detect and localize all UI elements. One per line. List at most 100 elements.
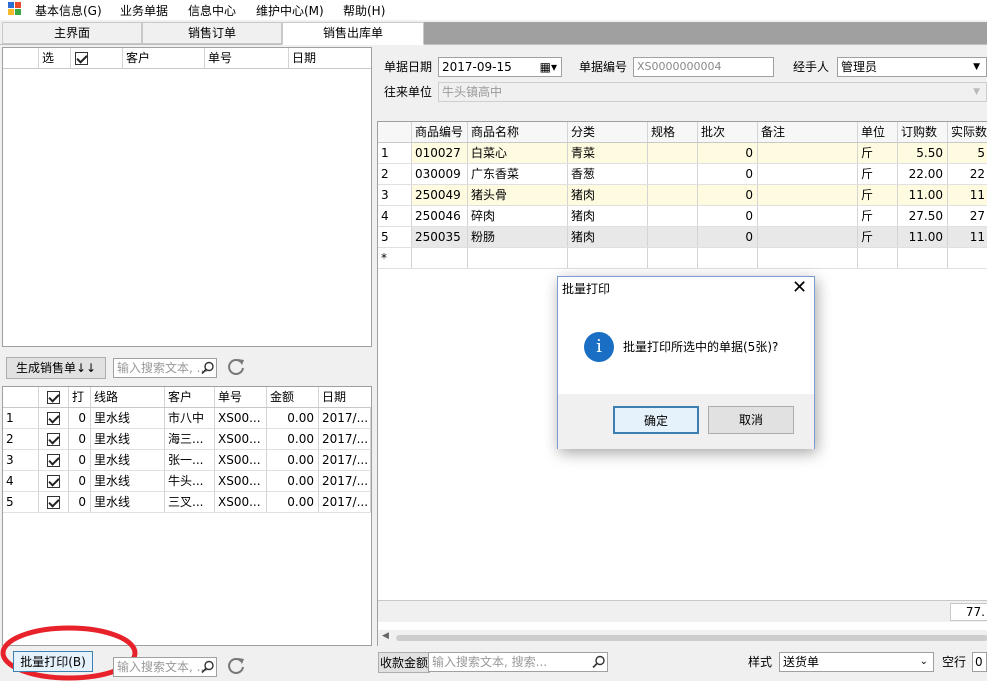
cell-batch: 0 [698, 185, 758, 205]
check-all-checkbox[interactable] [47, 391, 60, 404]
menu-basic-info[interactable]: 基本信息(G) [35, 2, 102, 19]
cell-amount: 0.00 [267, 408, 319, 428]
app-icon [8, 2, 21, 15]
menu-bar: 基本信息(G) 业务单据 信息中心 维护中心(M) 帮助(H) [0, 0, 987, 20]
ok-button[interactable]: 确定 [613, 406, 699, 434]
info-icon: i [584, 332, 614, 362]
table-row[interactable]: 3 250049 猪头骨 猪肉 0 斤 11.00 11 [378, 185, 987, 206]
cell-route: 里水线 [91, 450, 165, 470]
cell-no: 2 [378, 164, 412, 184]
generate-sales-order-button[interactable]: 生成销售单↓↓ [6, 357, 106, 379]
row-checkbox[interactable] [47, 475, 60, 488]
cell-note [758, 185, 858, 205]
cell-code: 010027 [412, 143, 468, 163]
row-checkbox[interactable] [47, 454, 60, 467]
cell-no: 1 [3, 408, 39, 428]
scrollbar-thumb[interactable] [396, 635, 987, 641]
horizontal-scrollbar[interactable]: ◀ [378, 630, 987, 646]
chevron-down-icon: ▼ [973, 87, 980, 97]
handler-select[interactable]: 管理员 ▼ [837, 57, 987, 77]
row-checkbox-cell[interactable] [39, 471, 69, 491]
receipt-amount-button[interactable]: 收款金额 [378, 652, 430, 673]
cell-name: 白菜心 [468, 143, 568, 163]
table-row[interactable]: 5 0 里水线 三叉... XS00... 0.00 2017/... [3, 492, 371, 513]
menu-help[interactable]: 帮助(H) [343, 2, 385, 19]
style-select[interactable]: 送货单 ⌄ [779, 652, 934, 672]
row-checkbox-cell[interactable] [39, 450, 69, 470]
table-row[interactable]: 5 250035 粉肠 猪肉 0 斤 11.00 11 [378, 227, 987, 248]
cell-route: 里水线 [91, 492, 165, 512]
cell-code: 030009 [412, 164, 468, 184]
refresh-icon[interactable] [226, 656, 246, 676]
batch-print-button[interactable]: 批量打印(B) [13, 651, 93, 672]
cell-note [758, 206, 858, 226]
empty-cell [468, 248, 568, 268]
calendar-dropdown-icon[interactable]: ▦▾ [540, 58, 557, 76]
blank-lines-input[interactable]: 0 [972, 652, 987, 672]
batch-print-dialog: 批量打印 ✕ i 批量打印所选中的单据(5张)? 确定 取消 [557, 276, 815, 449]
table-row[interactable]: 2 0 里水线 海三... XS00... 0.00 2017/... [3, 429, 371, 450]
header-customer: 客户 [123, 48, 205, 68]
partner-select[interactable]: 牛头镇高中 ▼ [438, 82, 987, 102]
totals-row: 77. [378, 600, 987, 622]
header-print: 打 [69, 387, 91, 407]
search-icon[interactable] [201, 660, 215, 674]
menu-info-center[interactable]: 信息中心 [188, 2, 236, 19]
cell-name: 碎肉 [468, 206, 568, 226]
row-checkbox-cell[interactable] [39, 429, 69, 449]
chevron-down-icon[interactable]: ⌄ [920, 653, 928, 671]
close-icon[interactable]: ✕ [792, 277, 807, 299]
header-order-no: 单号 [205, 48, 289, 68]
table-row[interactable]: 2 030009 广东香菜 香葱 0 斤 22.00 22 [378, 164, 987, 185]
header-actual-qty: 实际数 [951, 125, 987, 139]
table-row[interactable]: 4 0 里水线 牛头... XS00... 0.00 2017/... [3, 471, 371, 492]
cell-batch: 0 [698, 227, 758, 247]
cell-print: 0 [69, 471, 91, 491]
cell-actual: 5 [948, 143, 987, 163]
tab-main[interactable]: 主界面 [2, 22, 142, 44]
tab-sales-order[interactable]: 销售订单 [142, 22, 282, 44]
header-unit: 单位 [858, 122, 898, 142]
refresh-icon[interactable] [226, 357, 246, 377]
header-date: 日期 [322, 390, 347, 404]
chevron-down-icon[interactable]: ▼ [973, 58, 980, 76]
style-label: 样式 [748, 655, 773, 669]
order-search-placeholder: 输入搜索文本, ... [117, 361, 209, 375]
table-row[interactable]: 1 010027 白菜心 青菜 0 斤 5.50 5 [378, 143, 987, 164]
row-checkbox[interactable] [47, 412, 60, 425]
header-select: 选 [39, 48, 71, 68]
menu-business-docs[interactable]: 业务单据 [120, 2, 168, 19]
cell-order: XS00... [215, 429, 267, 449]
tab-sales-outbound[interactable]: 销售出库单 [282, 22, 424, 45]
row-checkbox[interactable] [47, 496, 60, 509]
cell-spec [648, 164, 698, 184]
header-check-all[interactable] [39, 387, 69, 407]
header-ordered-qty: 订购数 [898, 122, 948, 142]
row-checkbox-cell[interactable] [39, 408, 69, 428]
table-row[interactable]: 3 0 里水线 张一... XS00... 0.00 2017/... [3, 450, 371, 471]
row-checkbox-cell[interactable] [39, 492, 69, 512]
cell-ordered: 11.00 [898, 185, 948, 205]
doc-number-field[interactable]: XS0000000004 [633, 57, 774, 77]
search-icon[interactable] [201, 361, 215, 375]
table-row[interactable]: 1 0 里水线 市八中 XS00... 0.00 2017/... [3, 408, 371, 429]
header-select-all[interactable] [71, 48, 123, 68]
table-row[interactable]: 4 250046 碎肉 猪肉 0 斤 27.50 27 [378, 206, 987, 227]
scroll-left-icon[interactable]: ◀ [382, 631, 389, 641]
dialog-message: 批量打印所选中的单据(5张)? [623, 340, 779, 354]
cell-order: XS00... [215, 492, 267, 512]
cell-customer: 海三... [165, 429, 215, 449]
total-amount: 77. [950, 603, 987, 621]
cell-amount: 0.00 [267, 429, 319, 449]
detail-search-input[interactable]: 输入搜索文本, 搜索... [428, 652, 608, 672]
select-all-checkbox[interactable] [75, 52, 88, 65]
menu-maintenance[interactable]: 维护中心(M) [256, 2, 324, 19]
search-icon[interactable] [592, 655, 606, 669]
doc-date-label: 单据日期 [384, 60, 433, 74]
cancel-button[interactable]: 取消 [708, 406, 794, 434]
doc-date-picker[interactable]: 2017-09-15 ▦▾ [438, 57, 562, 77]
cell-unit: 斤 [858, 164, 898, 184]
header-date: 日期 [292, 51, 317, 65]
new-row[interactable]: * [378, 248, 987, 269]
row-checkbox[interactable] [47, 433, 60, 446]
